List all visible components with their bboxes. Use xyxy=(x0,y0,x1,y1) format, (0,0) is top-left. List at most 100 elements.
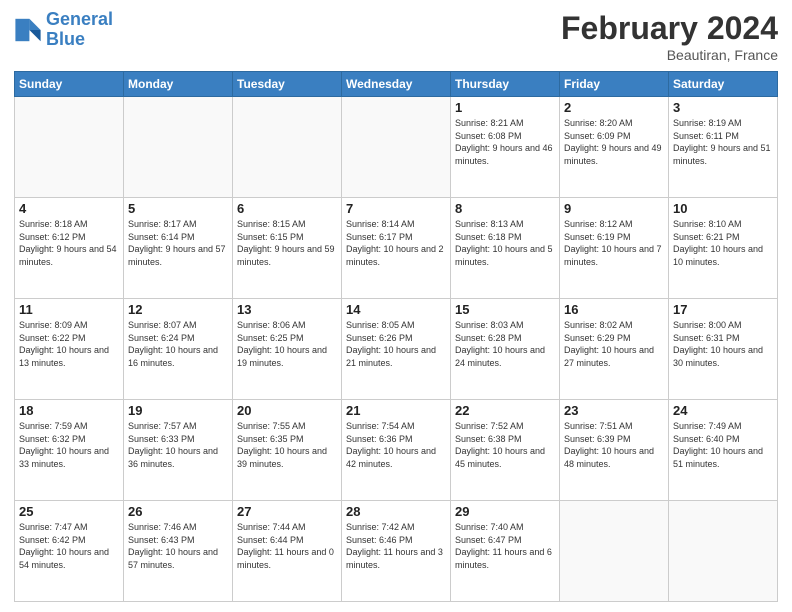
calendar-cell: 18Sunrise: 7:59 AM Sunset: 6:32 PM Dayli… xyxy=(15,400,124,501)
day-number: 14 xyxy=(346,302,446,317)
calendar-cell: 3 Sunrise: 8:19 AM Sunset: 6:11 PM Daylig… xyxy=(669,97,778,198)
calendar-header-monday: Monday xyxy=(124,72,233,97)
calendar-cell: 29 Sunrise: 7:40 AM Sunset: 6:47 PM Dayli… xyxy=(451,501,560,602)
calendar-cell: 14 Sunrise: 8:05 AM Sunset: 6:26 PM Dayli… xyxy=(342,299,451,400)
day-number: 3 xyxy=(673,100,773,115)
calendar-week-2: 11 Sunrise: 8:09 AM Sunset: 6:22 PM Dayli… xyxy=(15,299,778,400)
day-info: Sunrise: 8:15 AM Sunset: 6:15 PM Dayligh… xyxy=(237,218,337,268)
calendar-header-thursday: Thursday xyxy=(451,72,560,97)
day-number: 28 xyxy=(346,504,446,519)
logo-text: General Blue xyxy=(46,10,113,50)
day-info: Sunrise: 8:00 AM Sunset: 6:31 PM Dayligh… xyxy=(673,319,773,369)
calendar-cell: 23 Sunrise: 7:51 AM Sunset: 6:39 PM Dayli… xyxy=(560,400,669,501)
calendar-week-0: 1Sunrise: 8:21 AM Sunset: 6:08 PM Daylig… xyxy=(15,97,778,198)
calendar-cell: 6Sunrise: 8:15 AM Sunset: 6:15 PM Daylig… xyxy=(233,198,342,299)
calendar-cell: 12Sunrise: 8:07 AM Sunset: 6:24 PM Dayli… xyxy=(124,299,233,400)
day-number: 10 xyxy=(673,201,773,216)
day-number: 27 xyxy=(237,504,337,519)
day-info: Sunrise: 8:17 AM Sunset: 6:14 PM Dayligh… xyxy=(128,218,228,268)
calendar-cell: 8 Sunrise: 8:13 AM Sunset: 6:18 PM Daylig… xyxy=(451,198,560,299)
calendar-header-sunday: Sunday xyxy=(15,72,124,97)
calendar-cell: 4 Sunrise: 8:18 AM Sunset: 6:12 PM Daylig… xyxy=(15,198,124,299)
calendar-cell: 1Sunrise: 8:21 AM Sunset: 6:08 PM Daylig… xyxy=(451,97,560,198)
calendar-header-tuesday: Tuesday xyxy=(233,72,342,97)
calendar-cell xyxy=(342,97,451,198)
calendar-header-friday: Friday xyxy=(560,72,669,97)
calendar-cell: 20Sunrise: 7:55 AM Sunset: 6:35 PM Dayli… xyxy=(233,400,342,501)
day-info: Sunrise: 7:51 AM Sunset: 6:39 PM Dayligh… xyxy=(564,420,664,470)
calendar-cell xyxy=(669,501,778,602)
day-info: Sunrise: 8:19 AM Sunset: 6:11 PM Dayligh… xyxy=(673,117,773,167)
day-info: Sunrise: 7:49 AM Sunset: 6:40 PM Dayligh… xyxy=(673,420,773,470)
day-info: Sunrise: 7:46 AM Sunset: 6:43 PM Dayligh… xyxy=(128,521,228,571)
calendar-table: SundayMondayTuesdayWednesdayThursdayFrid… xyxy=(14,71,778,602)
day-info: Sunrise: 7:42 AM Sunset: 6:46 PM Dayligh… xyxy=(346,521,446,571)
day-number: 9 xyxy=(564,201,664,216)
calendar-cell: 17 Sunrise: 8:00 AM Sunset: 6:31 PM Dayli… xyxy=(669,299,778,400)
calendar-cell: 21Sunrise: 7:54 AM Sunset: 6:36 PM Dayli… xyxy=(342,400,451,501)
day-number: 29 xyxy=(455,504,555,519)
day-number: 15 xyxy=(455,302,555,317)
day-info: Sunrise: 8:09 AM Sunset: 6:22 PM Dayligh… xyxy=(19,319,119,369)
day-number: 8 xyxy=(455,201,555,216)
day-info: Sunrise: 7:40 AM Sunset: 6:47 PM Dayligh… xyxy=(455,521,555,571)
calendar-cell xyxy=(233,97,342,198)
day-number: 17 xyxy=(673,302,773,317)
day-number: 26 xyxy=(128,504,228,519)
calendar-cell: 11 Sunrise: 8:09 AM Sunset: 6:22 PM Dayli… xyxy=(15,299,124,400)
logo-icon xyxy=(14,16,42,44)
calendar-header-row: SundayMondayTuesdayWednesdayThursdayFrid… xyxy=(15,72,778,97)
day-number: 18 xyxy=(19,403,119,418)
day-info: Sunrise: 8:10 AM Sunset: 6:21 PM Dayligh… xyxy=(673,218,773,268)
calendar-cell: 15Sunrise: 8:03 AM Sunset: 6:28 PM Dayli… xyxy=(451,299,560,400)
calendar-cell: 9 Sunrise: 8:12 AM Sunset: 6:19 PM Daylig… xyxy=(560,198,669,299)
day-info: Sunrise: 8:13 AM Sunset: 6:18 PM Dayligh… xyxy=(455,218,555,268)
day-info: Sunrise: 7:55 AM Sunset: 6:35 PM Dayligh… xyxy=(237,420,337,470)
calendar-cell: 10 Sunrise: 8:10 AM Sunset: 6:21 PM Dayli… xyxy=(669,198,778,299)
day-number: 2 xyxy=(564,100,664,115)
calendar-cell: 2Sunrise: 8:20 AM Sunset: 6:09 PM Daylig… xyxy=(560,97,669,198)
calendar-cell: 25Sunrise: 7:47 AM Sunset: 6:42 PM Dayli… xyxy=(15,501,124,602)
calendar-cell: 22Sunrise: 7:52 AM Sunset: 6:38 PM Dayli… xyxy=(451,400,560,501)
day-info: Sunrise: 8:12 AM Sunset: 6:19 PM Dayligh… xyxy=(564,218,664,268)
day-number: 23 xyxy=(564,403,664,418)
month-title: February 2024 xyxy=(561,10,778,47)
logo-blue: Blue xyxy=(46,29,85,49)
calendar-week-3: 18Sunrise: 7:59 AM Sunset: 6:32 PM Dayli… xyxy=(15,400,778,501)
logo: General Blue xyxy=(14,10,113,50)
calendar-cell xyxy=(124,97,233,198)
calendar-cell: 5 Sunrise: 8:17 AM Sunset: 6:14 PM Daylig… xyxy=(124,198,233,299)
calendar-cell: 16 Sunrise: 8:02 AM Sunset: 6:29 PM Dayli… xyxy=(560,299,669,400)
day-info: Sunrise: 7:47 AM Sunset: 6:42 PM Dayligh… xyxy=(19,521,119,571)
calendar-cell: 19 Sunrise: 7:57 AM Sunset: 6:33 PM Dayli… xyxy=(124,400,233,501)
day-info: Sunrise: 8:21 AM Sunset: 6:08 PM Dayligh… xyxy=(455,117,555,167)
day-number: 13 xyxy=(237,302,337,317)
day-number: 5 xyxy=(128,201,228,216)
calendar-cell: 7 Sunrise: 8:14 AM Sunset: 6:17 PM Daylig… xyxy=(342,198,451,299)
header: General Blue February 2024 Beautiran, Fr… xyxy=(14,10,778,63)
day-number: 7 xyxy=(346,201,446,216)
page: General Blue February 2024 Beautiran, Fr… xyxy=(0,0,792,612)
calendar-cell xyxy=(560,501,669,602)
location: Beautiran, France xyxy=(561,47,778,63)
day-number: 21 xyxy=(346,403,446,418)
day-info: Sunrise: 7:44 AM Sunset: 6:44 PM Dayligh… xyxy=(237,521,337,571)
day-info: Sunrise: 8:14 AM Sunset: 6:17 PM Dayligh… xyxy=(346,218,446,268)
day-info: Sunrise: 8:05 AM Sunset: 6:26 PM Dayligh… xyxy=(346,319,446,369)
day-info: Sunrise: 8:07 AM Sunset: 6:24 PM Dayligh… xyxy=(128,319,228,369)
day-number: 4 xyxy=(19,201,119,216)
title-block: February 2024 Beautiran, France xyxy=(561,10,778,63)
day-info: Sunrise: 7:52 AM Sunset: 6:38 PM Dayligh… xyxy=(455,420,555,470)
day-info: Sunrise: 8:18 AM Sunset: 6:12 PM Dayligh… xyxy=(19,218,119,268)
day-info: Sunrise: 8:06 AM Sunset: 6:25 PM Dayligh… xyxy=(237,319,337,369)
day-number: 11 xyxy=(19,302,119,317)
calendar-cell: 13 Sunrise: 8:06 AM Sunset: 6:25 PM Dayli… xyxy=(233,299,342,400)
day-number: 24 xyxy=(673,403,773,418)
calendar-header-saturday: Saturday xyxy=(669,72,778,97)
day-number: 16 xyxy=(564,302,664,317)
calendar-cell: 28 Sunrise: 7:42 AM Sunset: 6:46 PM Dayli… xyxy=(342,501,451,602)
day-info: Sunrise: 7:57 AM Sunset: 6:33 PM Dayligh… xyxy=(128,420,228,470)
day-number: 19 xyxy=(128,403,228,418)
calendar-week-1: 4 Sunrise: 8:18 AM Sunset: 6:12 PM Daylig… xyxy=(15,198,778,299)
day-info: Sunrise: 8:02 AM Sunset: 6:29 PM Dayligh… xyxy=(564,319,664,369)
